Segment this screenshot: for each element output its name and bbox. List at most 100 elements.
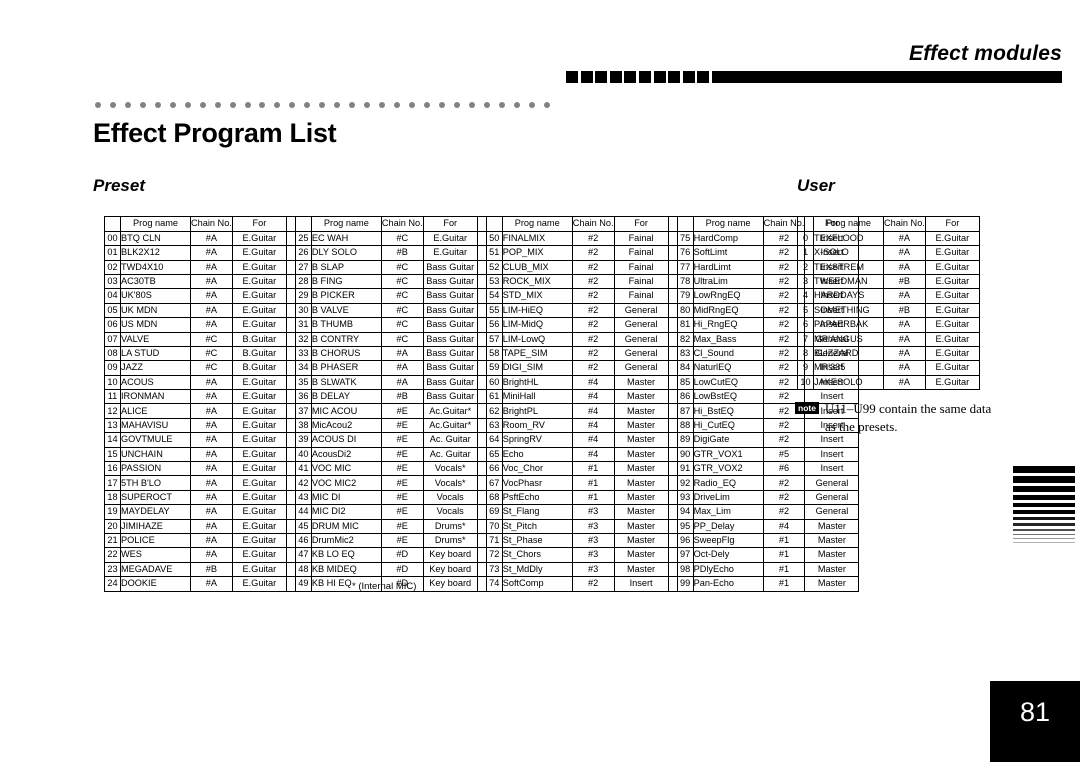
cell-program-name: UK'80S bbox=[120, 288, 191, 304]
cell-program-index: 2 bbox=[797, 259, 814, 275]
column-group-gap bbox=[285, 360, 296, 376]
cell-program-name: MR'ANGUS bbox=[813, 331, 884, 347]
cell-chain-no: #A bbox=[190, 532, 233, 549]
cell-program-name: UNCHAIN bbox=[120, 446, 191, 463]
thumb-index-stripe bbox=[1013, 538, 1075, 540]
column-group-gap bbox=[285, 216, 296, 232]
cell-for: E.Guitar bbox=[231, 273, 287, 290]
cell-program-index: 98 bbox=[676, 561, 694, 578]
cell-program-index: 78 bbox=[676, 273, 694, 290]
cell-program-index: 25 bbox=[294, 230, 312, 247]
cell-chain-no: #A bbox=[883, 374, 926, 391]
cell-program-index: 13 bbox=[104, 417, 121, 434]
table-row: 07 VALVE #C B.Guitar 32 B CONTRY #C Bass Guitar… bbox=[104, 331, 860, 347]
table-row: 18 SUPEROCT #A E.Guitar 43 MIC DI #E Vocals 68 Ps… bbox=[104, 489, 860, 506]
cell-for: E.Guitar bbox=[924, 245, 980, 261]
cell-for: E.Guitar bbox=[231, 230, 287, 247]
header-rule-segment bbox=[609, 71, 622, 83]
cell-program-name: TWD4X10 bbox=[120, 259, 191, 275]
cell-program-name: Hi_CutEQ bbox=[692, 417, 764, 434]
cell-program-index: 58 bbox=[485, 345, 503, 362]
rule-dot bbox=[229, 101, 236, 108]
cell-chain-no: #A bbox=[190, 489, 233, 506]
column-group-gap bbox=[667, 374, 678, 391]
rule-dot bbox=[214, 101, 221, 108]
table-row: 10 ACOUS #A E.Guitar 35 B SLWATK #A Bass Guitar… bbox=[104, 374, 860, 391]
preset-table-head: Prog name Chain No. For Prog name Chain No. F… bbox=[104, 216, 860, 232]
column-group-gap bbox=[476, 461, 487, 477]
cell-chain-no: #1 bbox=[571, 461, 615, 477]
cell-chain-no: #C bbox=[380, 259, 424, 275]
table-row: 0 TEXFLOOD #A E.Guitar bbox=[797, 230, 980, 247]
table-row: 16 PASSION #A E.Guitar 41 VOC MIC #E Vocals* 66 V… bbox=[104, 461, 860, 477]
cell-program-name: VocPhasr bbox=[501, 475, 573, 491]
rule-dot bbox=[349, 101, 356, 108]
cell-for: Master bbox=[613, 446, 669, 463]
thumb-index-stripe bbox=[1013, 517, 1075, 520]
rule-dot bbox=[543, 101, 550, 108]
cell-program-index: 15 bbox=[104, 446, 121, 463]
rule-dot bbox=[274, 101, 281, 108]
cell-for: Bass Guitar bbox=[422, 259, 478, 275]
cell-program-index: 11 bbox=[104, 389, 121, 405]
cell-program-index: 05 bbox=[104, 302, 121, 319]
cell-chain-no: #E bbox=[380, 446, 424, 463]
cell-chain-no: #1 bbox=[762, 547, 806, 563]
cell-chain-no: #E bbox=[380, 417, 424, 434]
header-rule-segment bbox=[653, 71, 666, 83]
column-group-gap bbox=[285, 331, 296, 347]
cell-program-name: PASSION bbox=[120, 461, 191, 477]
thumb-index-stripe bbox=[1013, 485, 1075, 492]
cell-for: Fainal bbox=[613, 259, 669, 275]
cell-for: E.Guitar bbox=[422, 245, 478, 261]
cell-for: Key board bbox=[422, 576, 478, 592]
column-group-gap bbox=[476, 302, 487, 319]
cell-program-name: DOOKIE bbox=[120, 576, 191, 592]
column-group-gap bbox=[667, 489, 678, 506]
column-group-gap bbox=[285, 446, 296, 463]
cell-program-name: SUPEROCT bbox=[120, 489, 191, 506]
cell-for: Master bbox=[613, 374, 669, 391]
cell-program-name: KB LO EQ bbox=[310, 547, 382, 563]
table-row: 21 POLICE #A E.Guitar 46 DrumMic2 #E Drums* 71 St… bbox=[104, 532, 860, 549]
cell-chain-no: #E bbox=[380, 532, 424, 549]
user-table-container: Prog name Chain No. For 0 TEXFLOOD #A E.Gui… bbox=[797, 216, 980, 391]
column-group-gap bbox=[667, 475, 678, 491]
table-row: 7 MR'ANGUS #A E.Guitar bbox=[797, 331, 980, 347]
table-row: 05 UK MDN #A E.Guitar 30 B VALVE #C Bass Guitar… bbox=[104, 302, 860, 319]
cell-for: Insert bbox=[804, 461, 860, 477]
cell-program-index: 63 bbox=[485, 417, 503, 434]
cell-for: E.Guitar bbox=[231, 561, 287, 578]
column-header-for: For bbox=[231, 216, 287, 232]
cell-program-name: MIC DI bbox=[310, 489, 382, 506]
cell-chain-no: #2 bbox=[571, 245, 615, 261]
column-group-gap bbox=[285, 317, 296, 333]
cell-program-index: 76 bbox=[676, 245, 694, 261]
cell-program-name: JAZZ bbox=[120, 360, 191, 376]
header-rule-segment bbox=[682, 71, 695, 83]
table-row: 8 BLIZZARD #A E.Guitar bbox=[797, 345, 980, 362]
cell-chain-no: #A bbox=[190, 446, 233, 463]
cell-program-index: 18 bbox=[104, 489, 121, 506]
column-group-gap bbox=[285, 561, 296, 578]
cell-chain-no: #B bbox=[380, 389, 424, 405]
cell-for: Bass Guitar bbox=[422, 288, 478, 304]
column-group-gap bbox=[667, 259, 678, 275]
cell-chain-no: #A bbox=[883, 259, 926, 275]
cell-program-name: LIM-LowQ bbox=[501, 331, 573, 347]
cell-program-index: 48 bbox=[294, 561, 312, 578]
cell-for: Bass Guitar bbox=[422, 331, 478, 347]
cell-chain-no: #4 bbox=[571, 432, 615, 448]
cell-for: E.Guitar bbox=[231, 245, 287, 261]
cell-for: Master bbox=[613, 532, 669, 549]
footnote-internal-mic: * (Internal MIC) bbox=[352, 581, 417, 592]
header-rule-segment bbox=[668, 71, 681, 83]
cell-program-name: B VALVE bbox=[310, 302, 382, 319]
cell-program-index: 65 bbox=[485, 446, 503, 463]
cell-for: Vocals bbox=[422, 504, 478, 520]
cell-program-index: 00 bbox=[104, 230, 121, 247]
column-group-gap bbox=[476, 360, 487, 376]
cell-for: Master bbox=[804, 532, 860, 549]
column-group-gap bbox=[285, 547, 296, 563]
cell-for: Master bbox=[613, 547, 669, 563]
